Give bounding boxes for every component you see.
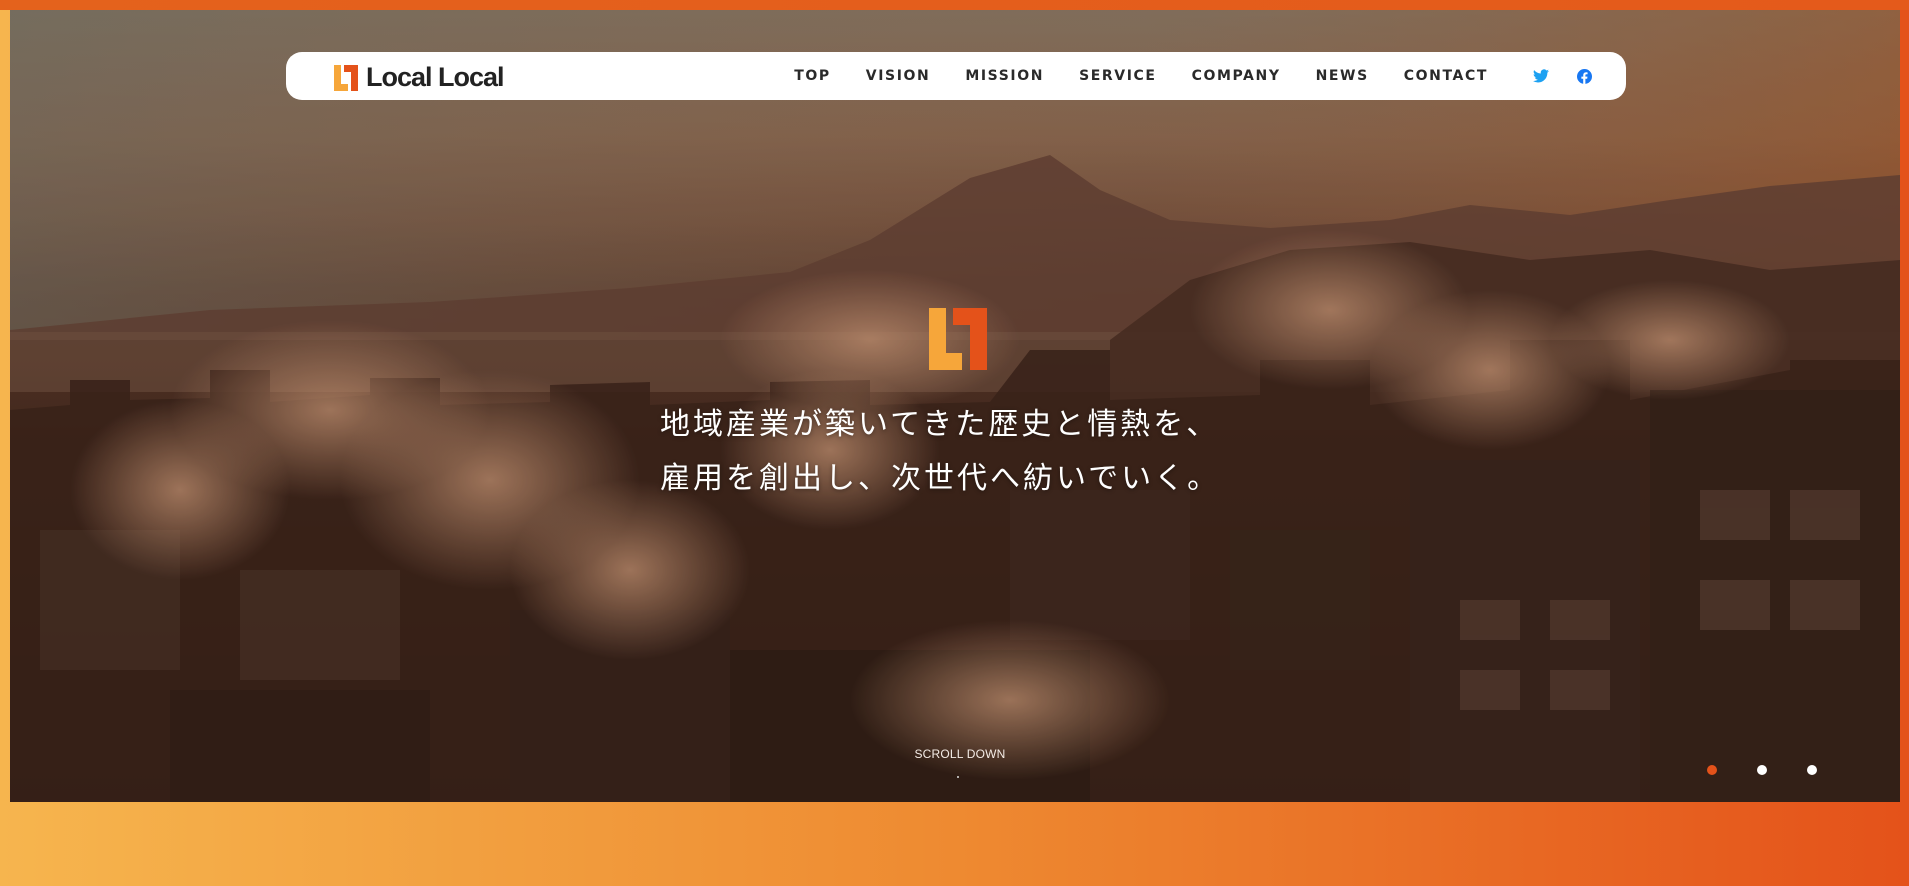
nav-item-top[interactable]: TOP <box>794 68 831 84</box>
hero-headline-line-1: 地域産業が築いてきた歴史と情熱を、 <box>660 407 1220 442</box>
brand-logo-link[interactable]: Local Local <box>334 62 505 93</box>
twitter-icon[interactable] <box>1533 69 1549 83</box>
nav-item-mission[interactable]: MISSION <box>965 68 1044 84</box>
nav-item-vision[interactable]: VISION <box>866 68 931 84</box>
hero-logo-icon <box>929 308 987 370</box>
nav-item-news[interactable]: NEWS <box>1316 68 1369 84</box>
scroll-down-link[interactable]: SCROLL DOWN <box>910 747 1010 761</box>
main-nav: TOP VISION MISSION SERVICE COMPANY NEWS … <box>794 52 1488 100</box>
site-navbar: Local Local TOP VISION MISSION SERVICE C… <box>286 52 1626 100</box>
slider-pagination <box>1707 765 1817 775</box>
slider-dot-2[interactable] <box>1757 765 1767 775</box>
nav-item-contact[interactable]: CONTACT <box>1404 68 1488 84</box>
top-accent-bar <box>0 0 1909 10</box>
hero-headline: 地域産業が築いてきた歴史と情熱を、 雇用を創出し、次世代へ紡いでいく。 <box>660 398 1220 506</box>
slider-dot-3[interactable] <box>1807 765 1817 775</box>
hero-section: Local Local TOP VISION MISSION SERVICE C… <box>10 10 1900 802</box>
brand-name: Local Local <box>366 62 505 92</box>
facebook-icon[interactable] <box>1577 68 1592 84</box>
slider-dot-1[interactable] <box>1707 765 1717 775</box>
social-links <box>1533 52 1592 100</box>
scroll-indicator-dot <box>957 776 959 778</box>
hero-headline-line-2: 雇用を創出し、次世代へ紡いでいく。 <box>660 461 1221 496</box>
local-local-logo-icon <box>334 64 358 91</box>
nav-item-company[interactable]: COMPANY <box>1192 68 1281 84</box>
nav-item-service[interactable]: SERVICE <box>1079 68 1157 84</box>
